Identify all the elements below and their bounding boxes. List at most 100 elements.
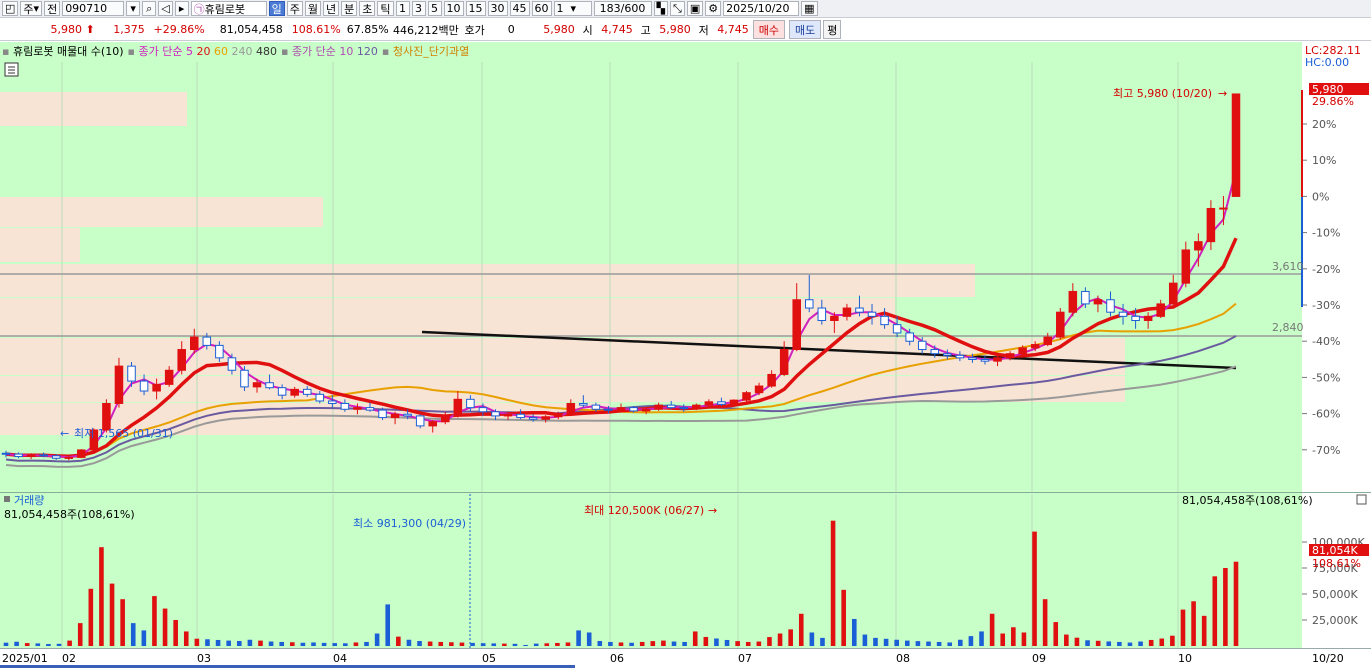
volume-bar [1223,568,1228,646]
avg-button[interactable]: 평 [823,20,842,39]
volume-bar [300,642,306,646]
period-second[interactable]: 초 [359,1,376,16]
unit-select[interactable]: 1 ▾ [553,1,592,16]
buy-button[interactable]: 매수 [752,20,785,39]
sell-button[interactable]: 매도 [788,20,822,39]
minute-15[interactable]: 15 [465,1,486,16]
date-axis: 2025/01 02 03 04 05 06 07 08 09 10 10/20 [0,648,1371,668]
volume-bar [724,639,730,646]
indicator-legend: ▪ 휴림로봇 매물대 수(10) ▪ 종가 단순 5 20 60 240 480… [0,42,1302,60]
legend-ma-group2[interactable]: ▪ 종가 단순 10 120 [281,43,378,59]
candle-body [1005,353,1015,359]
price-change-pct: +29.86% [153,23,205,36]
period-day[interactable]: 일 [268,1,285,16]
candle-body [830,315,839,321]
minute-30[interactable]: 30 [487,1,508,16]
period-minute[interactable]: 분 [341,1,358,16]
legend-overheat[interactable]: ▪ 청사진_단기과열 [382,43,469,59]
volume-bar [555,642,560,646]
stock-name-field[interactable]: ㉠ 휴림로봇 [190,1,267,16]
legend-overheat-text: 청사진_단기과열 [392,45,470,58]
period-year[interactable]: 년 [323,1,340,16]
volume-bar [947,642,953,646]
minute-3[interactable]: 3 [411,1,426,16]
volume-max-label: 최대 120,500K (06/27) [584,504,704,517]
volume-bar [67,640,72,646]
stock-code-value: 090710 [65,2,108,15]
zoom-icon[interactable]: ⤡ [670,1,685,16]
candle-body [754,385,764,394]
sound-icon[interactable]: ◁ [158,1,173,16]
minute-45[interactable]: 45 [509,1,530,16]
stock-code-input[interactable]: 090710 [62,1,125,16]
code-dropdown-icon[interactable]: ▾ [126,1,141,16]
open-price: 4,745 [601,23,633,36]
save-icon[interactable]: ▣ [686,1,704,16]
volume-bar [523,644,528,646]
current-pct-text: 29.86% [1312,95,1354,108]
y-tick-label: -40% [1312,335,1340,348]
minute-5[interactable]: 5 [427,1,442,16]
candle-body [1156,303,1165,317]
candle-body [553,413,563,418]
candle-body [365,407,375,411]
volume-bar [1159,638,1165,646]
legend-ma480: 480 [255,45,277,58]
volume-bar [989,613,995,646]
y-tick-label: 20% [1312,118,1336,131]
market-select[interactable]: 주 ▾ [20,1,43,16]
candle-body [993,357,1002,362]
legend-ma-group1[interactable]: ▪ 종가 단순 5 20 60 240 480 [128,43,277,59]
volume-chart-panel[interactable]: 100,000K75,000K50,000K25,000K 거래량 81,054… [0,492,1371,648]
candle-body [855,307,864,313]
period-month[interactable]: 월 [304,1,322,16]
candle-body [516,413,525,419]
arrow-icon[interactable]: ▸ [174,1,189,16]
volume-bar [1011,627,1016,646]
price-chart-panel[interactable]: 20%10%0%-10%-20%-30%-40%-50%-60%-70% LC:… [0,42,1371,492]
search-icon[interactable]: ⌕ [142,1,157,16]
volume-bar [915,641,921,646]
candle-body [403,413,412,417]
high-price: 5,980 [659,23,691,36]
candle-body [579,402,588,406]
volume-bar [449,642,454,646]
xlabel-sep: 09 [1032,652,1046,665]
market2-select[interactable]: 전 [44,1,61,16]
candle-body [453,398,463,417]
count-field[interactable]: 183/600 [593,1,652,16]
minute-60[interactable]: 60 [531,1,552,16]
gear-icon[interactable]: ⚙ [705,1,722,16]
candle-body [604,408,613,411]
volume-panel-icon[interactable] [4,496,10,502]
volume-bar [258,640,263,646]
hoga-value: 0 [507,23,515,36]
volume-bar [385,604,391,646]
volume-bar [332,643,338,646]
candle-body [892,324,902,334]
minute-10[interactable]: 10 [443,1,464,16]
volume-bar [1106,641,1112,646]
period-week[interactable]: 주 [286,1,303,16]
volume-bar [480,643,486,646]
volume-close-icon[interactable] [1356,494,1367,505]
date-value: 2025/10/20 [726,2,790,15]
candle-body [1,452,11,455]
volume-bar [618,642,624,646]
chart-tool-icon[interactable]: ▚ [653,1,668,16]
legend-volume-profile[interactable]: ▪ 휴림로봇 매물대 수(10) [2,43,124,59]
layout-icon[interactable]: ◰ [2,1,19,16]
calendar-icon[interactable]: ▦ [801,1,818,16]
candle-body [491,411,500,417]
minute-1[interactable]: 1 [395,1,410,16]
candle-body [51,455,61,459]
stock-name-value: 휴림로봇 [204,2,246,16]
y-tick-label: 0% [1312,190,1329,203]
volume-bar [533,643,539,646]
xlabel-current: 10/20 [1312,652,1344,665]
period-tick[interactable]: 틱 [377,1,394,16]
date-field[interactable]: 2025/10/20 [723,1,800,16]
volume-bar [374,633,380,646]
volume-bar [576,630,581,646]
volume-bar [88,588,94,646]
